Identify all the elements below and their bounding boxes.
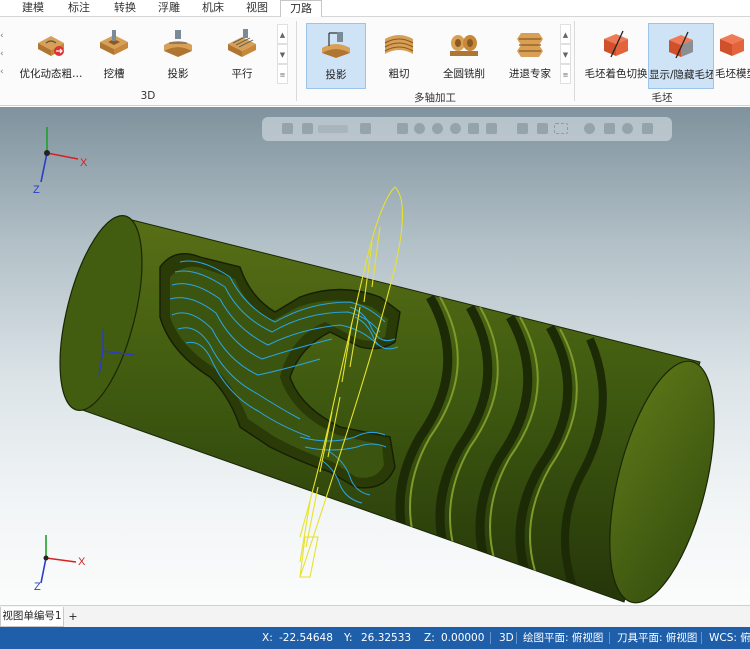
parallel-button[interactable]: 平行 bbox=[214, 23, 270, 89]
menu-tab-modeling[interactable]: 建模 bbox=[16, 0, 50, 17]
pocket-icon bbox=[100, 30, 128, 55]
cad-model-scene: X Z X Z bbox=[33, 127, 735, 605]
status-separator bbox=[701, 632, 702, 644]
status-x-value: -22.54648 bbox=[279, 632, 333, 644]
multiaxis-project-label: 投影 bbox=[325, 69, 347, 81]
status-y-label: Y: bbox=[344, 632, 353, 644]
status-bar: X: -22.54648 Y: 26.32533 Z: 0.00000 3D 绘… bbox=[0, 627, 750, 649]
menu-tab-relief[interactable]: 浮雕 bbox=[152, 0, 186, 17]
status-z-value: 0.00000 bbox=[441, 632, 485, 644]
workpiece-cylinder[interactable] bbox=[44, 208, 735, 605]
dynamic-rough-icon bbox=[38, 36, 64, 56]
ribbon-multiaxis-scroll[interactable]: ▲ ▼ ≡ bbox=[560, 24, 571, 84]
view-triad-top bbox=[40, 127, 79, 183]
triad-z-label: Z bbox=[33, 184, 40, 196]
optimized-dynamic-rough-label: 优化动态粗… bbox=[19, 68, 83, 80]
entry-exit-expert-button[interactable]: 进退专家 bbox=[500, 23, 560, 89]
status-separator bbox=[490, 632, 491, 644]
show-hide-stock-icon bbox=[669, 31, 693, 59]
stock-model-icon bbox=[720, 34, 744, 56]
ribbon-left-scroll[interactable]: ‹ ‹ ‹ bbox=[0, 27, 12, 87]
pocket-label: 挖槽 bbox=[103, 68, 125, 80]
status-separator bbox=[609, 632, 610, 644]
group-separator bbox=[296, 21, 297, 101]
rough-button[interactable]: 粗切 bbox=[370, 23, 428, 89]
project-icon bbox=[164, 30, 192, 57]
view-tab-bar: 视图单编号1 + bbox=[0, 605, 750, 627]
parallel-icon bbox=[228, 29, 256, 57]
ribbon: ‹ ‹ ‹ 优化动态粗… 挖槽 投影 平行 ▲ ▼ ≡ 3D 投影 粗切 全圆铣… bbox=[0, 17, 750, 106]
optimized-dynamic-rough-button[interactable]: 优化动态粗… bbox=[18, 23, 84, 89]
stock-shading-icon bbox=[604, 30, 628, 58]
status-wcs[interactable]: WCS: 俯视图 bbox=[709, 627, 750, 649]
pocket-button[interactable]: 挖槽 bbox=[86, 23, 142, 89]
stock-shading-toggle-button[interactable]: 毛坯着色切换 bbox=[584, 23, 648, 89]
status-z-label: Z: bbox=[424, 632, 435, 644]
view-tab-1[interactable]: 视图单编号1 bbox=[0, 607, 64, 627]
full-circle-mill-icon bbox=[450, 35, 478, 56]
menu-tab-transform[interactable]: 转换 bbox=[108, 0, 142, 17]
full-circle-mill-label: 全圆铣削 bbox=[443, 68, 485, 80]
entry-exit-expert-label: 进退专家 bbox=[509, 68, 551, 80]
full-circle-mill-button[interactable]: 全圆铣削 bbox=[432, 23, 496, 89]
entry-exit-expert-icon bbox=[517, 33, 543, 57]
stock-shading-toggle-label: 毛坯着色切换 bbox=[584, 68, 648, 80]
view-triad-bottom bbox=[40, 535, 77, 584]
group-label-multiaxis: 多轴加工 bbox=[414, 92, 456, 104]
parallel-label: 平行 bbox=[231, 68, 253, 80]
triad-x-label-bottom: X bbox=[78, 556, 86, 568]
add-view-tab-button[interactable]: + bbox=[66, 607, 80, 627]
menu-bar: 建模 标注 转换 浮雕 机床 视图 刀路 bbox=[0, 0, 750, 18]
menu-tab-view[interactable]: 视图 bbox=[240, 0, 274, 17]
stock-model-label: 毛坯模型 bbox=[715, 68, 750, 80]
stock-model-button[interactable]: 毛坯模型 bbox=[714, 23, 750, 89]
menu-tab-toolpaths[interactable]: 刀路 bbox=[280, 0, 322, 18]
status-x-label: X: bbox=[262, 632, 273, 644]
rough-label: 粗切 bbox=[388, 68, 410, 80]
show-hide-stock-label: 显示/隐藏毛坯 bbox=[649, 69, 713, 81]
menu-tab-annotate[interactable]: 标注 bbox=[62, 0, 96, 17]
multiaxis-project-icon bbox=[322, 32, 350, 58]
status-y-value: 26.32533 bbox=[361, 632, 412, 644]
status-draw-plane[interactable]: 绘图平面: 俯视图 bbox=[523, 627, 603, 649]
status-tool-plane[interactable]: 刀具平面: 俯视图 bbox=[617, 627, 697, 649]
group-separator bbox=[574, 21, 575, 101]
status-mode-toggle[interactable]: 3D bbox=[499, 627, 514, 649]
show-hide-stock-button[interactable]: 显示/隐藏毛坯 bbox=[648, 23, 714, 89]
triad-z-label-bottom: Z bbox=[34, 581, 41, 593]
menu-tab-machine[interactable]: 机床 bbox=[196, 0, 230, 17]
project-3d-button[interactable]: 投影 bbox=[150, 23, 206, 89]
graphics-viewport[interactable]: X Z X Z bbox=[0, 107, 750, 605]
triad-x-label: X bbox=[80, 157, 88, 169]
group-label-stock: 毛坯 bbox=[651, 92, 673, 104]
status-separator bbox=[516, 632, 517, 644]
project-3d-label: 投影 bbox=[167, 68, 189, 80]
ribbon-3d-scroll[interactable]: ▲ ▼ ≡ bbox=[277, 24, 288, 84]
multiaxis-project-button[interactable]: 投影 bbox=[306, 23, 366, 89]
group-label-3d: 3D bbox=[140, 90, 156, 102]
rough-icon bbox=[384, 35, 414, 54]
